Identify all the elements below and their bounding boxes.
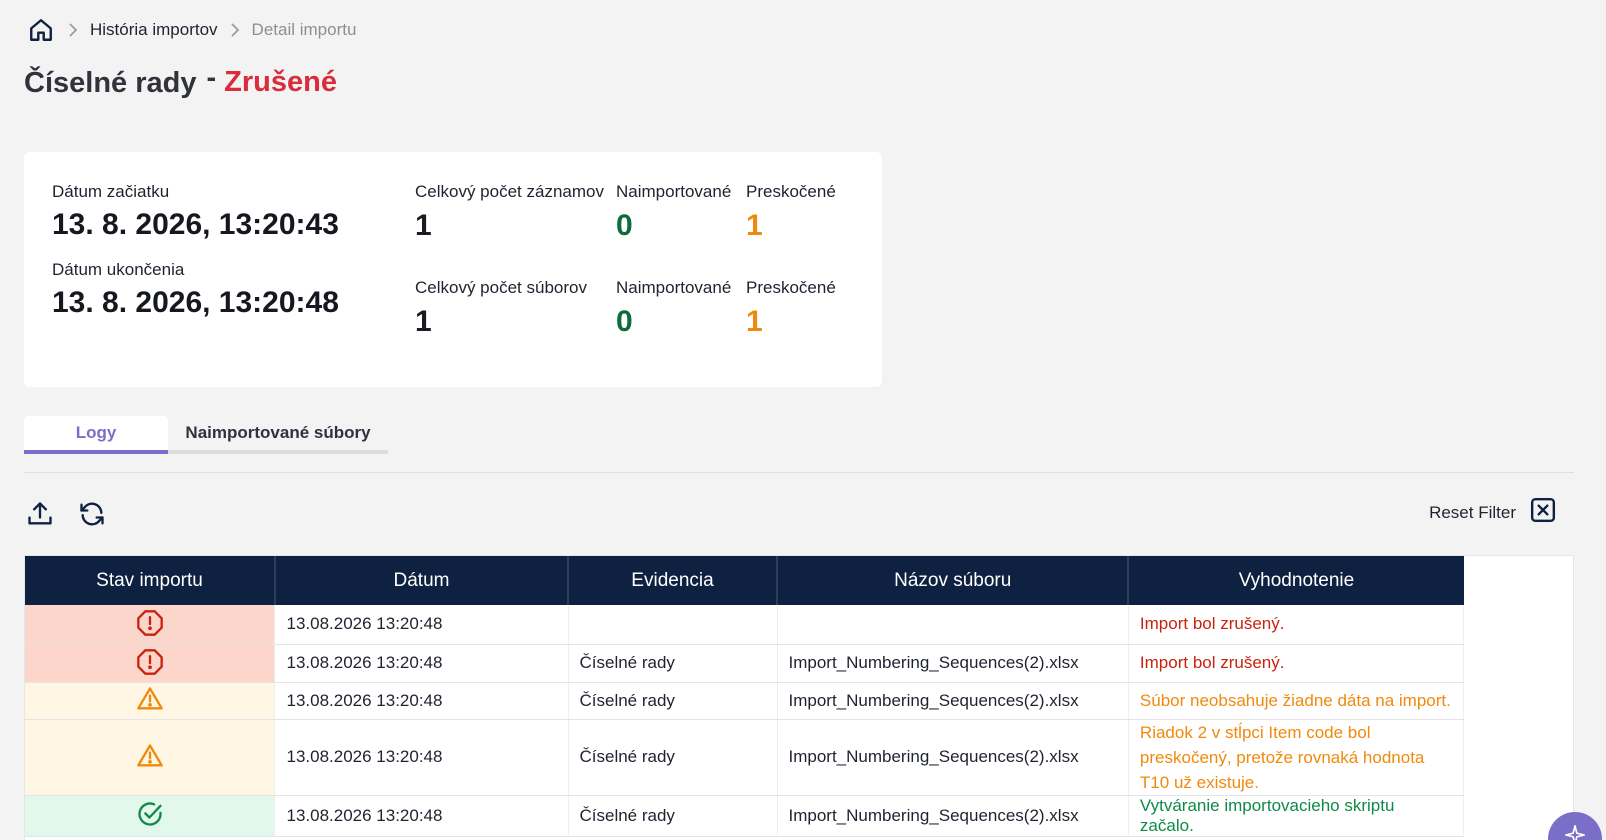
warning-icon bbox=[134, 740, 166, 772]
skipped-records-value: 1 bbox=[746, 209, 763, 242]
total-records-value: 1 bbox=[415, 209, 432, 242]
status-cell bbox=[25, 605, 276, 645]
file-name-cell: Import_Numbering_Sequences(2).xlsx bbox=[777, 644, 1129, 683]
page-title: Číselné rady bbox=[24, 67, 197, 99]
file-name-cell: Import_Numbering_Sequences(2).xlsx bbox=[777, 682, 1129, 720]
status-cell bbox=[25, 682, 276, 720]
evidencia-cell: Číselné rady bbox=[568, 719, 778, 796]
total-files-value: 1 bbox=[415, 305, 432, 338]
date-cell: 13.08.2026 13:20:48 bbox=[274, 795, 569, 837]
check-circle-icon bbox=[134, 798, 166, 830]
table-row[interactable]: 13.08.2026 13:20:48 Číselné rady Import_… bbox=[25, 795, 1465, 837]
skipped-records-label: Preskočené bbox=[746, 182, 836, 201]
chevron-right-icon bbox=[56, 15, 90, 45]
evaluation-cell: Súbor neobsahuje žiadne dáta na import. bbox=[1128, 682, 1465, 720]
divider bbox=[24, 472, 1574, 473]
skipped-files-label: Preskočené bbox=[746, 278, 836, 297]
imported-records-label: Naimportované bbox=[616, 182, 732, 201]
imported-files-label: Naimportované bbox=[616, 278, 732, 297]
warning-icon bbox=[134, 683, 166, 715]
title-separator: - bbox=[206, 62, 217, 94]
status-cell bbox=[25, 644, 276, 683]
date-cell: 13.08.2026 13:20:48 bbox=[274, 605, 569, 645]
table-row[interactable]: 13.08.2026 13:20:48 Číselné rady Import_… bbox=[25, 719, 1465, 796]
refresh-icon[interactable] bbox=[75, 497, 109, 531]
close-square-icon bbox=[1530, 497, 1556, 528]
start-date-label: Dátum začiatku bbox=[52, 182, 170, 201]
total-files-label: Celkový počet súborov bbox=[415, 278, 587, 297]
error-icon bbox=[134, 646, 166, 678]
skipped-files-value: 1 bbox=[746, 305, 763, 338]
tab-bar: Logy Naimportované súbory bbox=[24, 416, 388, 454]
evidencia-cell: Číselné rady bbox=[568, 682, 778, 720]
breadcrumb-link-import-history[interactable]: História importov bbox=[90, 20, 218, 40]
table-row[interactable]: 13.08.2026 13:20:48 Import bol zrušený. bbox=[25, 605, 1465, 645]
imported-records-value: 0 bbox=[616, 209, 633, 242]
table-row[interactable]: 13.08.2026 13:20:48 Číselné rady Import_… bbox=[25, 682, 1465, 720]
logs-table: Stav importu Dátum Evidencia Názov súbor… bbox=[25, 556, 1465, 837]
upload-icon[interactable] bbox=[23, 497, 57, 531]
home-icon[interactable] bbox=[26, 15, 56, 45]
tab-imported-files[interactable]: Naimportované súbory bbox=[168, 416, 388, 454]
column-header-status[interactable]: Stav importu bbox=[25, 556, 276, 605]
end-date-label: Dátum ukončenia bbox=[52, 260, 185, 279]
file-name-cell: Import_Numbering_Sequences(2).xlsx bbox=[777, 719, 1129, 796]
evidencia-cell: Číselné rady bbox=[568, 644, 778, 683]
logs-table-container: Stav importu Dátum Evidencia Názov súbor… bbox=[24, 555, 1574, 840]
evaluation-cell: Import bol zrušený. bbox=[1128, 605, 1465, 645]
column-header-evaluation[interactable]: Vyhodnotenie bbox=[1128, 556, 1464, 605]
sparkle-icon bbox=[1564, 824, 1586, 840]
evaluation-cell: Vytváranie importovacieho skriptu začalo… bbox=[1128, 795, 1465, 837]
total-records-label: Celkový počet záznamov bbox=[415, 182, 604, 201]
evidencia-cell bbox=[568, 605, 778, 645]
imported-files-value: 0 bbox=[616, 305, 633, 338]
end-date-value: 13. 8. 2026, 13:20:48 bbox=[52, 286, 339, 319]
breadcrumb: História importov Detail importu bbox=[26, 14, 356, 46]
table-header-row: Stav importu Dátum Evidencia Názov súbor… bbox=[25, 556, 1464, 605]
evaluation-cell: Riadok 2 v stĺpci Item code bol preskoče… bbox=[1128, 719, 1465, 796]
breadcrumb-current: Detail importu bbox=[251, 20, 357, 39]
column-header-file-name[interactable]: Názov súboru bbox=[777, 556, 1130, 605]
status-cell bbox=[25, 719, 276, 796]
start-date-value: 13. 8. 2026, 13:20:43 bbox=[52, 208, 339, 241]
import-status: Zrušené bbox=[224, 66, 337, 98]
date-cell: 13.08.2026 13:20:48 bbox=[274, 682, 569, 720]
error-icon bbox=[134, 607, 166, 639]
reset-filter-button[interactable]: Reset Filter bbox=[1429, 497, 1556, 528]
evaluation-cell: Import bol zrušený. bbox=[1128, 644, 1465, 683]
import-summary-card: Dátum začiatku 13. 8. 2026, 13:20:43 Dát… bbox=[24, 152, 882, 387]
date-cell: 13.08.2026 13:20:48 bbox=[274, 719, 569, 796]
evidencia-cell: Číselné rady bbox=[568, 795, 778, 837]
reset-filter-label: Reset Filter bbox=[1429, 502, 1516, 522]
chevron-right-icon bbox=[218, 15, 252, 45]
table-row[interactable]: 13.08.2026 13:20:48 Číselné rady Import_… bbox=[25, 644, 1465, 683]
file-name-cell bbox=[777, 605, 1129, 645]
page-header: Číselné rady - Zrušené bbox=[24, 62, 337, 104]
column-header-date[interactable]: Dátum bbox=[274, 556, 570, 605]
date-cell: 13.08.2026 13:20:48 bbox=[274, 644, 569, 683]
tab-logs[interactable]: Logy bbox=[24, 416, 168, 454]
column-header-evidencia[interactable]: Evidencia bbox=[568, 556, 778, 605]
file-name-cell: Import_Numbering_Sequences(2).xlsx bbox=[777, 795, 1129, 837]
status-cell bbox=[25, 795, 276, 837]
